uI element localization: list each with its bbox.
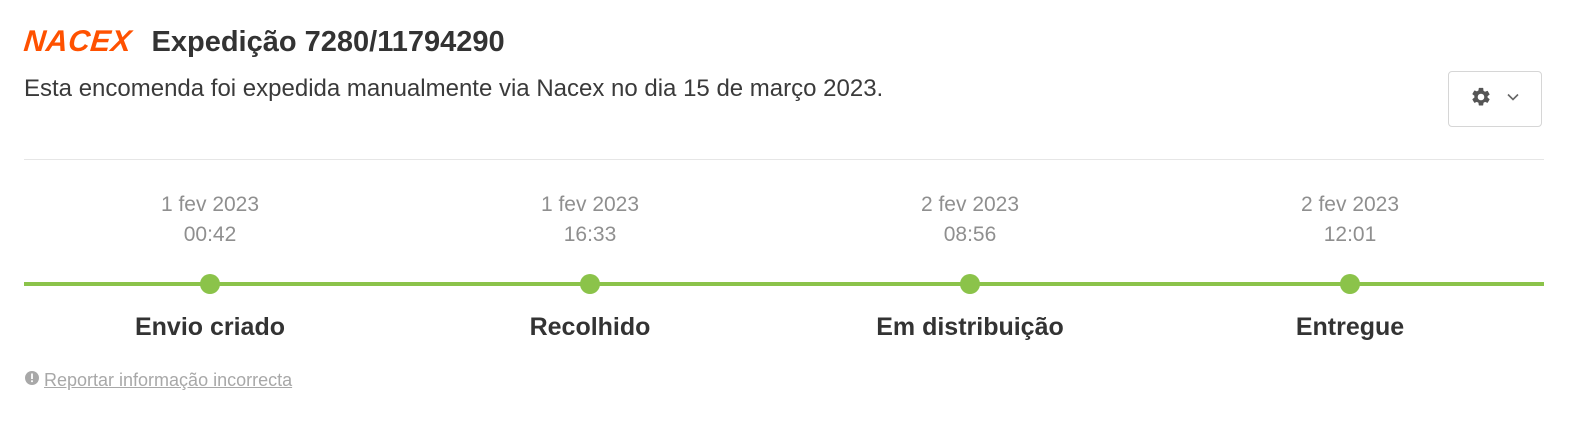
step-label: Entregue — [1295, 313, 1405, 341]
timeline-step-em-distribuicao: 2 fev 2023 08:56 Em distribuição — [850, 190, 1090, 341]
step-label: Em distribuição — [876, 313, 1064, 341]
step-date: 1 fev 2023 — [160, 193, 260, 216]
header-divider — [24, 159, 1544, 160]
step-time: 16:33 — [563, 223, 617, 246]
step-time: 08:56 — [943, 223, 997, 246]
timeline-step-entregue: 2 fev 2023 12:01 Entregue — [1230, 190, 1470, 341]
report-link-text: Reportar informação incorrecta — [44, 370, 293, 390]
step-date: 1 fev 2023 — [540, 193, 640, 216]
timeline-track — [24, 282, 1544, 286]
nacex-logo: NACEX — [22, 25, 134, 58]
step-date: 2 fev 2023 — [920, 193, 1020, 216]
shipment-description: Esta encomenda foi expedida manualmente … — [24, 75, 884, 102]
step-dot — [580, 274, 600, 294]
info-circle-icon — [24, 370, 40, 391]
timeline-step-envio-criado: 1 fev 2023 00:42 Envio criado — [90, 190, 330, 341]
chevron-down-icon — [1506, 90, 1520, 109]
step-time: 12:01 — [1323, 223, 1377, 246]
step-date: 2 fev 2023 — [1300, 193, 1400, 216]
step-dot — [960, 274, 980, 294]
settings-dropdown-button[interactable] — [1448, 71, 1542, 127]
step-time: 00:42 — [183, 223, 237, 246]
shipment-timeline: 1 fev 2023 00:42 Envio criado 1 fev 2023… — [24, 190, 1544, 350]
gear-icon — [1470, 86, 1492, 113]
shipment-header: NACEX Expedição 7280/11794290 — [22, 25, 505, 58]
page-title: Expedição 7280/11794290 — [151, 26, 505, 58]
step-label: Envio criado — [134, 313, 286, 341]
step-dot — [1340, 274, 1360, 294]
step-dot — [200, 274, 220, 294]
report-incorrect-info-link[interactable]: Reportar informação incorrecta — [24, 370, 292, 391]
timeline-step-recolhido: 1 fev 2023 16:33 Recolhido — [470, 190, 710, 341]
step-label: Recolhido — [529, 313, 651, 341]
